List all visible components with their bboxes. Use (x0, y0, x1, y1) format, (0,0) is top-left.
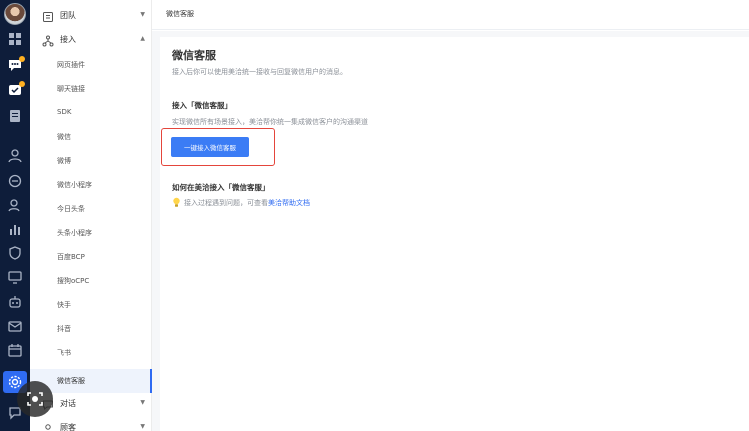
nav-item-toutiao-miniprogram[interactable]: 头条小程序 (30, 221, 152, 245)
nav-group-team[interactable]: 团队 ▼ (30, 5, 152, 29)
robot-icon[interactable] (7, 294, 23, 310)
nav-item-label: 搜狗oCPC (57, 277, 90, 285)
nav-group-customers-label: 顾客 (60, 423, 76, 431)
nav-group-conversations-label: 对话 (60, 399, 76, 408)
help-section-title: 如何在美洽接入「微信客服」 (172, 183, 270, 192)
nav-item-label: 网页插件 (57, 61, 85, 69)
connect-wechat-service-button[interactable]: 一键接入微信客服 (171, 137, 249, 157)
page-description: 接入后你可以使用美洽统一接收与回复微信用户的消息。 (172, 68, 347, 76)
chevron-up-icon: ▲ (140, 35, 145, 42)
help-text: 接入过程遇到问题，可查看 (184, 198, 268, 207)
help-docs-link[interactable]: 美洽帮助文档 (268, 198, 310, 208)
user-avatar[interactable] (4, 3, 26, 25)
breadcrumb-title: 微信客服 (166, 10, 194, 18)
nav-item-label: 聊天链接 (57, 85, 85, 93)
nav-item-label: SDK (57, 108, 72, 116)
lens-icon (27, 392, 43, 406)
stats-icon[interactable] (7, 221, 23, 237)
monitor-icon[interactable] (7, 269, 23, 285)
content-card (160, 37, 749, 431)
visitors-icon[interactable] (7, 173, 23, 189)
contacts-icon[interactable] (7, 197, 23, 213)
nav-item-label: 百度BCP (57, 253, 85, 261)
connect-section-title: 接入「微信客服」 (172, 101, 232, 110)
nav-group-access[interactable]: 接入 ▲ (30, 29, 152, 53)
nav-group-team-label: 团队 (60, 11, 76, 20)
nav-group-customers[interactable]: 顾客 ▼ (30, 417, 152, 431)
nav-item-chat-link[interactable]: 聊天链接 (30, 77, 152, 101)
nav-item-label: 抖音 (57, 325, 71, 333)
shield-icon[interactable] (7, 245, 23, 261)
mail-icon[interactable] (7, 318, 23, 334)
nav-item-label: 今日头条 (57, 205, 85, 213)
sub-navigation: 团队 ▼ 接入 ▲ 网页插件 聊天链接 SDK 微信 微博 微信小程序 今日头条… (30, 0, 152, 431)
messages-badge (19, 56, 25, 62)
nav-item-label: 头条小程序 (57, 229, 92, 237)
chevron-down-icon: ▼ (140, 11, 145, 18)
connect-section-description: 实现微信所有场景接入，美洽帮你统一集成微信客户的沟通渠道 (172, 118, 368, 126)
nav-group-access-label: 接入 (60, 35, 76, 44)
access-icon (42, 35, 54, 47)
nav-item-sdk[interactable]: SDK (30, 101, 152, 125)
nav-item-kuaishou[interactable]: 快手 (30, 293, 152, 317)
nav-item-label: 微信 (57, 133, 71, 141)
lightbulb-icon (172, 197, 181, 208)
chevron-down-icon: ▼ (140, 399, 145, 406)
nav-item-wechat-miniprogram[interactable]: 微信小程序 (30, 173, 152, 197)
help-section-line: 接入过程遇到问题，可查看 美洽帮助文档 (172, 197, 310, 208)
nav-item-label: 微信小程序 (57, 181, 92, 189)
dashboard-icon[interactable] (7, 31, 23, 47)
nav-item-wechat[interactable]: 微信 (30, 125, 152, 149)
nav-item-label: 微信客服 (57, 377, 85, 385)
nav-item-feishu[interactable]: 飞书 (30, 341, 152, 365)
page-title: 微信客服 (172, 49, 216, 62)
lens-overlay-button[interactable] (17, 381, 53, 417)
user-icon[interactable] (7, 148, 23, 164)
calendar-icon[interactable] (7, 342, 23, 358)
nav-item-weibo[interactable]: 微博 (30, 149, 152, 173)
top-bar: 微信客服 (152, 0, 749, 30)
nav-item-toutiao[interactable]: 今日头条 (30, 197, 152, 221)
icon-rail (0, 0, 30, 431)
clipboard-icon[interactable] (7, 108, 23, 124)
tickets-badge (19, 81, 25, 87)
chevron-down-icon: ▼ (140, 423, 145, 430)
customer-icon (42, 423, 54, 431)
nav-item-baidu-bcp[interactable]: 百度BCP (30, 245, 152, 269)
nav-item-douyin[interactable]: 抖音 (30, 317, 152, 341)
nav-item-sogou-ocpc[interactable]: 搜狗oCPC (30, 269, 152, 293)
nav-item-web-plugin[interactable]: 网页插件 (30, 53, 152, 77)
nav-item-label: 微博 (57, 157, 71, 165)
team-icon (42, 11, 54, 23)
nav-item-label: 快手 (57, 301, 71, 309)
nav-item-label: 飞书 (57, 349, 71, 357)
